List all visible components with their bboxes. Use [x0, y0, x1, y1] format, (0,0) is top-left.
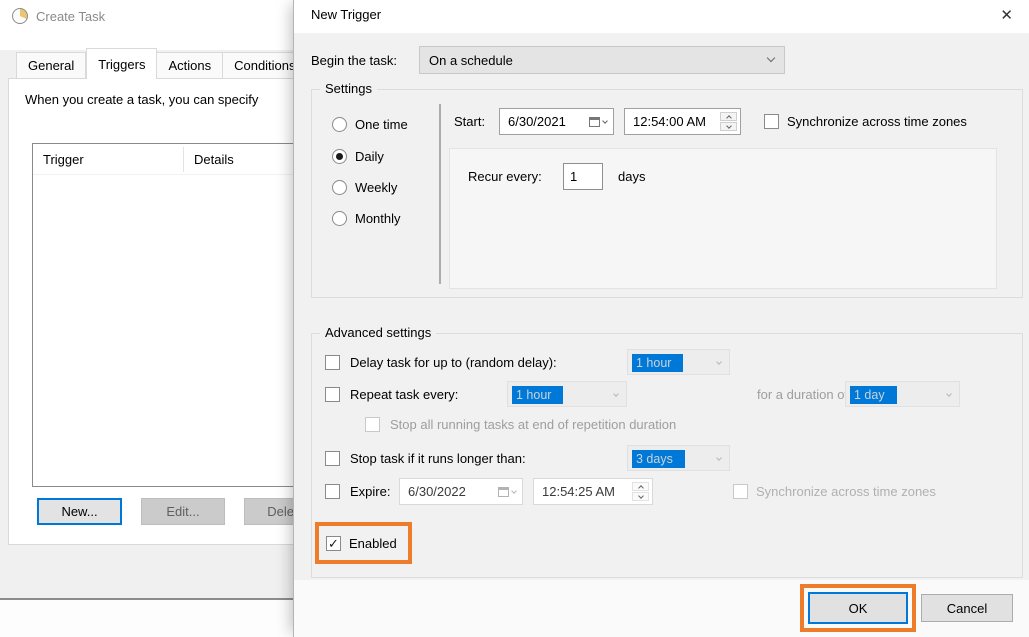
expire-sync-option: ✓ Synchronize across time zones: [733, 478, 936, 505]
stop-task-value: 3 days: [632, 450, 685, 468]
screen: Create Task General Triggers Actions Con…: [0, 0, 1029, 637]
stop-task-value-select[interactable]: 3 days: [627, 445, 730, 471]
radio-daily[interactable]: Daily: [332, 146, 384, 166]
chevron-down-icon: [716, 359, 722, 365]
sync-timezones-label: Synchronize across time zones: [787, 114, 967, 129]
spinner-up-icon[interactable]: [632, 482, 649, 491]
start-label: Start:: [454, 108, 485, 135]
daily-options-panel: Recur every: days: [449, 148, 997, 289]
start-date-value: 6/30/2021: [508, 114, 566, 129]
begin-task-value: On a schedule: [429, 53, 513, 68]
expire-sync-label: Synchronize across time zones: [756, 484, 936, 499]
stop-all-tasks-checkbox[interactable]: ✓: [365, 417, 380, 432]
tab-actions[interactable]: Actions: [157, 52, 223, 79]
radio-weekly[interactable]: Weekly: [332, 177, 397, 197]
chevron-down-icon: [767, 54, 775, 62]
duration-value-select[interactable]: 1 day: [845, 381, 960, 407]
begin-task-label: Begin the task:: [311, 46, 397, 74]
chevron-down-icon: [716, 455, 722, 461]
radio-selected-icon: [332, 149, 347, 164]
calendar-icon: [589, 117, 600, 127]
tab-general[interactable]: General: [16, 52, 86, 79]
recur-unit-label: days: [618, 163, 645, 190]
recur-every-label: Recur every:: [468, 163, 542, 190]
stop-task-label: Stop task if it runs longer than:: [350, 451, 526, 466]
start-date-picker[interactable]: 6/30/2021: [499, 108, 614, 135]
begin-task-select[interactable]: On a schedule: [419, 46, 785, 74]
tab-triggers[interactable]: Triggers: [86, 48, 157, 79]
calendar-icon: [498, 487, 509, 497]
sync-timezones-checkbox[interactable]: ✓: [764, 114, 779, 129]
window-title-text: Create Task: [36, 9, 105, 24]
settings-divider: [439, 104, 441, 284]
dialog-footer: [294, 580, 1029, 637]
settings-group-label: Settings: [320, 81, 377, 96]
task-scheduler-clock-icon: [12, 8, 28, 24]
column-header-trigger[interactable]: Trigger: [33, 152, 183, 167]
duration-label: for a duration of:: [757, 381, 852, 407]
advanced-settings-group: Advanced settings ✓ Delay task for up to…: [311, 333, 1023, 578]
chevron-down-icon: [946, 391, 952, 397]
spinner-up-icon[interactable]: [720, 112, 737, 121]
radio-monthly[interactable]: Monthly: [332, 208, 401, 228]
enabled-highlight-box: ✓ Enabled: [315, 522, 412, 564]
expire-date-picker[interactable]: 6/30/2022: [399, 478, 523, 505]
radio-one-time[interactable]: One time: [332, 114, 408, 134]
delay-value-select[interactable]: 1 hour: [627, 349, 730, 375]
time-spinner-buttons: [632, 482, 649, 501]
enabled-checkbox[interactable]: ✓: [326, 536, 341, 551]
start-time-value: 12:54:00 AM: [633, 114, 706, 129]
duration-value: 1 day: [850, 386, 897, 404]
expire-time-value: 12:54:25 AM: [542, 484, 615, 499]
triggers-description: When you create a task, you can specify: [25, 92, 258, 107]
expire-sync-checkbox[interactable]: ✓: [733, 484, 748, 499]
enabled-label: Enabled: [349, 536, 397, 551]
delay-task-checkbox[interactable]: ✓: [325, 355, 340, 370]
stop-all-tasks-row: ✓ Stop all running tasks at end of repet…: [365, 414, 676, 434]
repeat-task-row: ✓ Repeat task every:: [325, 381, 458, 407]
expire-checkbox[interactable]: ✓: [325, 484, 340, 499]
time-spinner-buttons: [720, 112, 737, 131]
dialog-title: New Trigger: [311, 7, 381, 22]
new-trigger-button[interactable]: New...: [37, 498, 122, 525]
repeat-task-label: Repeat task every:: [350, 387, 458, 402]
chevron-down-icon: [613, 391, 619, 397]
expire-label: Expire:: [350, 484, 390, 499]
expire-date-value: 6/30/2022: [408, 484, 466, 499]
ok-highlight-box: OK: [800, 584, 916, 632]
cancel-button[interactable]: Cancel: [921, 594, 1013, 622]
stop-task-row: ✓ Stop task if it runs longer than:: [325, 445, 526, 471]
expire-row: ✓ Expire:: [325, 478, 390, 505]
dialog-titlebar: New Trigger ✕: [294, 0, 1029, 33]
close-icon[interactable]: ✕: [1000, 6, 1013, 24]
delay-value: 1 hour: [632, 354, 683, 372]
radio-icon: [332, 211, 347, 226]
recur-every-input[interactable]: [563, 163, 603, 190]
spinner-down-icon[interactable]: [720, 122, 737, 131]
chevron-down-icon: [602, 118, 608, 124]
edit-trigger-button[interactable]: Edit...: [141, 498, 225, 525]
new-trigger-dialog: New Trigger ✕ Begin the task: On a sched…: [293, 0, 1029, 637]
create-task-title: Create Task: [12, 8, 105, 24]
repeat-value: 1 hour: [512, 386, 563, 404]
radio-icon: [332, 180, 347, 195]
delay-task-label: Delay task for up to (random delay):: [350, 355, 557, 370]
tab-bar: General Triggers Actions Conditions: [16, 48, 308, 79]
settings-group: Settings One time Daily Weekly Monthly S…: [311, 89, 1023, 298]
sync-timezones-option[interactable]: ✓ Synchronize across time zones: [764, 108, 967, 135]
expire-time-spinner[interactable]: 12:54:25 AM: [533, 478, 653, 505]
spinner-down-icon[interactable]: [632, 492, 649, 501]
repeat-value-select[interactable]: 1 hour: [507, 381, 627, 407]
advanced-group-label: Advanced settings: [320, 325, 436, 340]
repeat-task-checkbox[interactable]: ✓: [325, 387, 340, 402]
stop-task-checkbox[interactable]: ✓: [325, 451, 340, 466]
start-time-spinner[interactable]: 12:54:00 AM: [624, 108, 741, 135]
ok-button[interactable]: OK: [808, 592, 908, 624]
stop-all-tasks-label: Stop all running tasks at end of repetit…: [390, 417, 676, 432]
chevron-down-icon: [511, 488, 517, 494]
delay-task-row: ✓ Delay task for up to (random delay):: [325, 349, 557, 375]
checkmark-icon: ✓: [328, 537, 339, 550]
radio-icon: [332, 117, 347, 132]
